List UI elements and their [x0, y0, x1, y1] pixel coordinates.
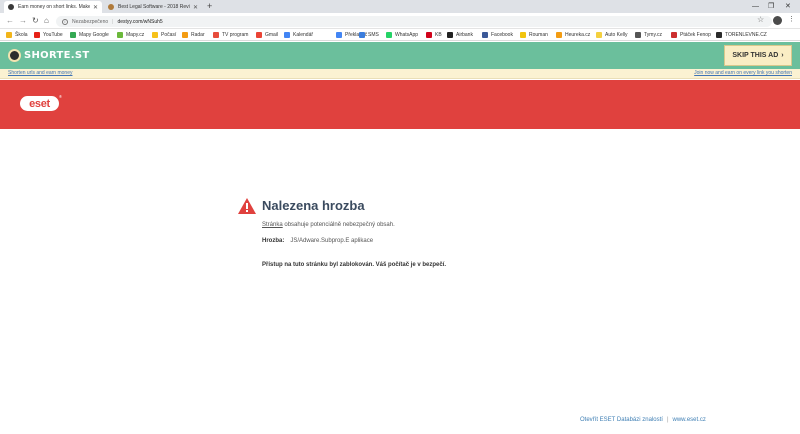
join-now-link[interactable]: Join now and earn on every link you shor…: [694, 70, 792, 76]
eset-logo: eset: [20, 96, 59, 111]
bookmark-star-icon[interactable]: ☆: [757, 15, 764, 24]
mapy-icon: [117, 32, 123, 38]
skip-ad-label: SKIP THIS AD: [732, 52, 779, 59]
close-tab-icon[interactable]: ✕: [93, 4, 98, 11]
shorte-logo-text: SHORTE.ST: [24, 49, 90, 61]
shorten-urls-link[interactable]: Shorten urls and earn money: [8, 70, 72, 76]
sms-icon: [359, 32, 365, 38]
tab-title: Earn money on short links. Make: [18, 4, 90, 10]
legal-favicon-icon: [108, 4, 114, 10]
youtube-icon: [34, 32, 40, 38]
maps-icon: [70, 32, 76, 38]
threat-description: Stránka obsahuje potenciálně nebezpečný …: [262, 222, 395, 228]
minimize-icon[interactable]: —: [752, 1, 759, 12]
bookmark-item[interactable]: Počasí: [152, 31, 176, 39]
weather-icon: [152, 32, 158, 38]
facebook-icon: [482, 32, 488, 38]
threat-value: JS/Adware.Subprop.E aplikace: [290, 238, 374, 244]
new-tab-button[interactable]: +: [207, 1, 212, 12]
back-icon[interactable]: ←: [6, 15, 14, 27]
eset-website-link[interactable]: www.eset.cz: [673, 417, 706, 423]
calendar-icon: [284, 32, 290, 38]
restore-icon[interactable]: ❐: [768, 1, 774, 12]
bookmark-item[interactable]: Radar: [182, 31, 205, 39]
footer-divider: |: [666, 417, 669, 423]
bookmark-item[interactable]: Rouman: [520, 31, 548, 39]
bookmark-item[interactable]: Tymy.cz: [635, 31, 662, 39]
page-title: Nalezena hrozba: [262, 198, 365, 213]
bookmark-item[interactable]: Heureka.cz: [556, 31, 590, 39]
bookmark-item[interactable]: Facebook: [482, 31, 513, 39]
registered-mark: ®: [59, 94, 62, 99]
heureka-icon: [556, 32, 562, 38]
shorte-favicon-icon: [8, 4, 14, 10]
close-tab-icon[interactable]: ✕: [193, 4, 198, 11]
bookmark-item[interactable]: SMS: [359, 31, 379, 39]
menu-icon[interactable]: ⋮: [788, 15, 795, 23]
security-label: Nezabezpečeno: [72, 18, 109, 25]
whatsapp-icon: [386, 32, 392, 38]
eset-banner: eset ®: [0, 80, 800, 129]
threat-description-text: obsahuje potenciálně nebezpečný obsah.: [282, 222, 395, 228]
shorte-logo[interactable]: SHORTE.ST: [8, 48, 90, 62]
bookmark-item[interactable]: KB: [426, 31, 442, 39]
autokelly-icon: [596, 32, 602, 38]
tab-title: Best Legal Software - 2018 Revi: [118, 4, 190, 10]
close-window-icon[interactable]: ✕: [785, 1, 791, 12]
tymy-icon: [635, 32, 641, 38]
tv-icon: [213, 32, 219, 38]
forward-icon[interactable]: →: [19, 15, 27, 27]
shorte-logo-icon: [8, 48, 21, 62]
bookmark-item[interactable]: Mapy.cz: [117, 31, 144, 39]
airbank-icon: [447, 32, 453, 38]
knowledge-base-link[interactable]: Otevřít ESET Databázi znalostí: [580, 417, 663, 423]
tab-legal-software[interactable]: Best Legal Software - 2018 Revi ✕: [104, 1, 202, 13]
gmail-icon: [256, 32, 262, 38]
eset-footer: Otevřít ESET Databázi znalostí | www.eset.…: [580, 417, 706, 423]
ptacek-icon: [671, 32, 677, 38]
bookmark-item[interactable]: Kalendář: [284, 31, 313, 39]
tab-strip: Earn money on short links. Make ✕ Best L…: [0, 0, 800, 13]
toren-icon: [716, 32, 722, 38]
bookmark-item[interactable]: Gmail: [256, 31, 278, 39]
bookmark-item[interactable]: Ptáček Fenop: [671, 31, 711, 39]
kb-icon: [426, 32, 432, 38]
radar-icon: [182, 32, 188, 38]
info-icon[interactable]: i: [62, 18, 68, 25]
shorte-header: SHORTE.ST: [0, 42, 800, 69]
page-link[interactable]: Stránka: [262, 222, 283, 228]
address-bar: ← → ↻ ⌂ i Nezabezpečeno | destyy.com/wNS…: [0, 13, 800, 29]
tab-shorte[interactable]: Earn money on short links. Make ✕: [4, 1, 102, 13]
home-icon[interactable]: ⌂: [44, 15, 49, 27]
threat-label: Hrozba:: [262, 238, 285, 244]
translate-icon: [336, 32, 342, 38]
bookmark-item[interactable]: YouTube: [34, 31, 63, 39]
bookmark-item[interactable]: Mapy Google: [70, 31, 109, 39]
bookmark-item[interactable]: TORENLEVNE.CZ: [716, 31, 767, 39]
chevron-right-icon: ›: [781, 52, 784, 59]
rouman-icon: [520, 32, 526, 38]
bookmark-item[interactable]: Auto Kelly: [596, 31, 628, 39]
skip-ad-button[interactable]: SKIP THIS AD ›: [724, 45, 792, 66]
shorte-subbar: Shorten urls and earn money Join now and…: [0, 69, 800, 79]
divider: |: [112, 18, 114, 25]
blocked-message: Přístup na tuto stránku byl zablokován. …: [262, 262, 447, 268]
bookmark-item[interactable]: WhatsApp: [386, 31, 418, 39]
profile-avatar[interactable]: [773, 16, 782, 25]
reload-icon[interactable]: ↻: [32, 15, 39, 27]
bookmark-item[interactable]: TV program: [213, 31, 248, 39]
bookmarks-bar: Škola YouTube Mapy Google Mapy.cz Počasí…: [0, 29, 800, 41]
bookmark-item[interactable]: Škola: [6, 31, 28, 39]
url-text: destyy.com/wNSuh5: [117, 18, 163, 25]
bookmark-item[interactable]: Airbank: [447, 31, 473, 39]
folder-icon: [6, 32, 12, 38]
url-field[interactable]: i Nezabezpečeno | destyy.com/wNSuh5: [56, 16, 772, 27]
threat-name-row: Hrozba: JS/Adware.Subprop.E aplikace: [262, 238, 373, 244]
warning-icon: [238, 198, 256, 214]
